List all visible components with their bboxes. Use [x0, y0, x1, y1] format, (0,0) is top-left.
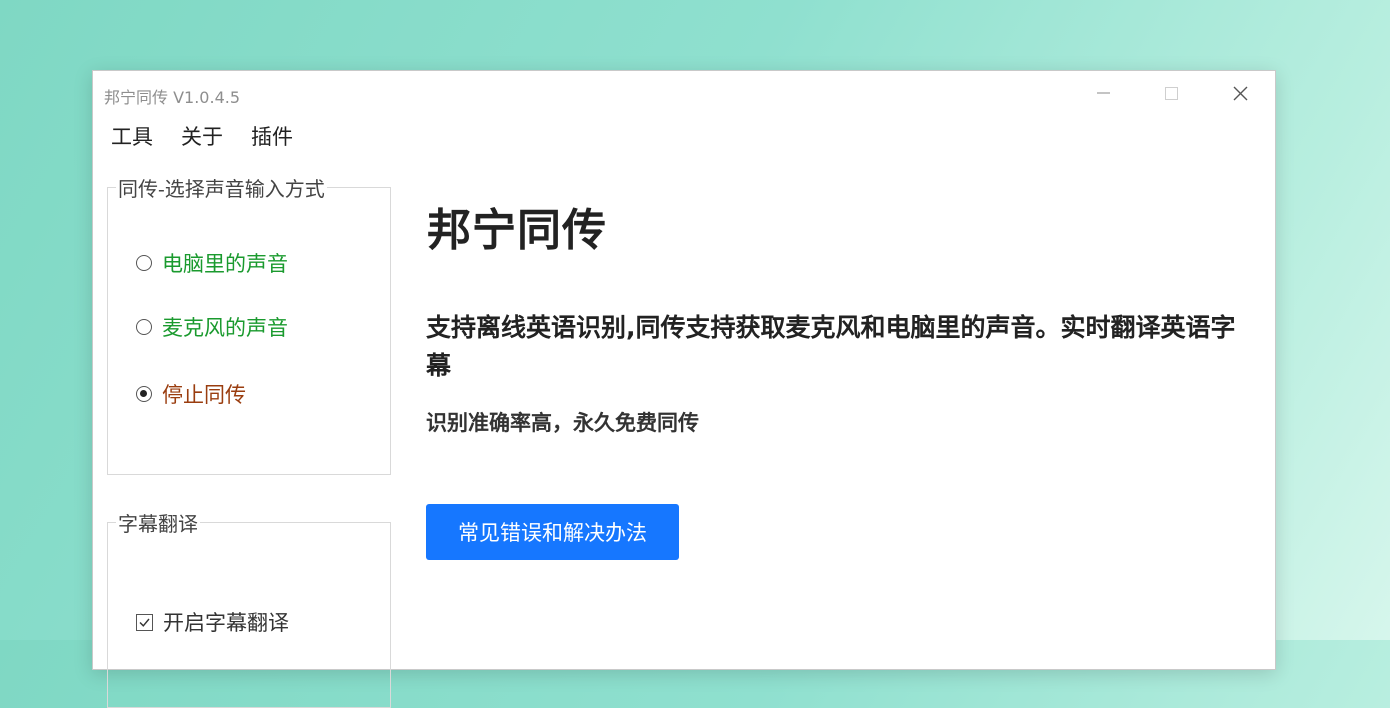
- minimize-button[interactable]: [1083, 75, 1123, 111]
- radio-circle[interactable]: [136, 255, 152, 271]
- feature-subdescription: 识别准确率高，永久免费同传: [426, 411, 699, 435]
- radio-circle[interactable]: [136, 319, 152, 335]
- radio-computer-audio-label: 电脑里的声音: [162, 252, 288, 276]
- feature-description: 支持离线英语识别,同传支持获取麦克风和电脑里的声音。实时翻译英语字幕: [426, 313, 1236, 380]
- title-bar[interactable]: 邦宁同传 V1.0.4.5: [93, 71, 1275, 113]
- maximize-button[interactable]: [1151, 75, 1191, 111]
- faq-solutions-button[interactable]: 常见错误和解决办法: [426, 504, 679, 560]
- minimize-icon: [1097, 92, 1110, 94]
- window-title: 邦宁同传 V1.0.4.5: [104, 88, 241, 107]
- checkmark-icon: [139, 618, 150, 627]
- close-button[interactable]: [1220, 75, 1260, 111]
- app-window: 邦宁同传 V1.0.4.5 工具 关于 插件 同传-选择声音输入方式 电脑里的声…: [92, 70, 1276, 708]
- input-mode-legend: 同传-选择声音输入方式: [118, 177, 325, 201]
- radio-stop-interpretation-label: 停止同传: [162, 383, 246, 407]
- radio-microphone-audio-label: 麦克风的声音: [162, 316, 288, 340]
- menu-plugins[interactable]: 插件: [251, 121, 293, 151]
- maximize-icon: [1165, 87, 1178, 100]
- menu-bar: 工具 关于 插件: [111, 121, 293, 151]
- radio-circle-selected[interactable]: [136, 386, 152, 402]
- page-title: 邦宁同传: [427, 205, 607, 256]
- subtitle-translation-group: 字幕翻译 开启字幕翻译: [107, 508, 391, 708]
- radio-microphone-audio[interactable]: 麦克风的声音: [136, 312, 288, 342]
- input-mode-group: 同传-选择声音输入方式 电脑里的声音 麦克风的声音 停止同传: [107, 173, 391, 475]
- radio-computer-audio[interactable]: 电脑里的声音: [136, 248, 288, 278]
- subtitle-translation-legend: 字幕翻译: [118, 512, 198, 536]
- menu-tools[interactable]: 工具: [111, 121, 153, 151]
- close-icon: [1233, 86, 1248, 101]
- enable-subtitle-translation-checkbox[interactable]: 开启字幕翻译: [136, 607, 289, 637]
- checkbox-box[interactable]: [136, 613, 153, 631]
- enable-subtitle-translation-label: 开启字幕翻译: [163, 611, 289, 635]
- menu-about[interactable]: 关于: [181, 121, 223, 151]
- radio-stop-interpretation[interactable]: 停止同传: [136, 379, 246, 409]
